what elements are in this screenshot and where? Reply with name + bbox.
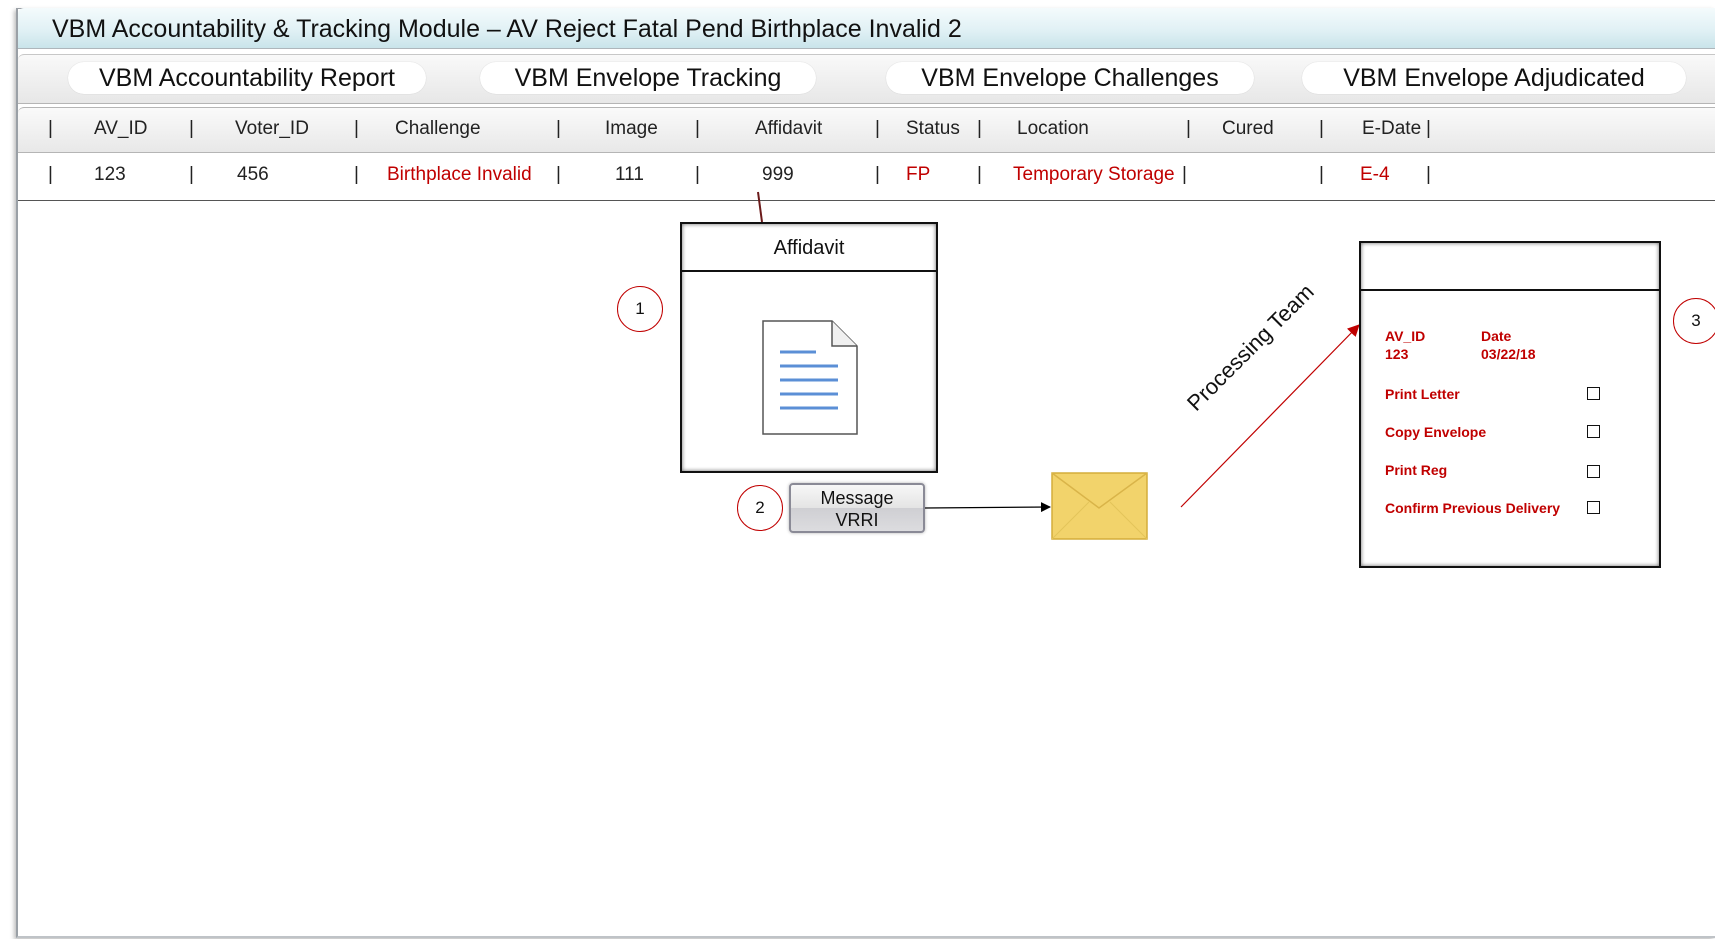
task-print-letter-checkbox[interactable]	[1587, 387, 1600, 400]
message-vrri-button[interactable]: Message VRRI	[789, 483, 925, 533]
processing-checklist-panel: AV_ID 123 Date 03/22/18 Print Letter Cop…	[1359, 241, 1661, 568]
envelope-icon[interactable]	[1051, 472, 1148, 540]
task-copy-envelope-label: Copy Envelope	[1385, 424, 1487, 440]
document-icon[interactable]	[762, 320, 860, 436]
step-2-badge: 2	[737, 485, 783, 531]
step-1-badge: 1	[617, 286, 663, 332]
affidavit-panel: Affidavit	[680, 222, 938, 473]
task-print-reg-checkbox[interactable]	[1587, 465, 1600, 478]
task-print-reg-label: Print Reg	[1385, 462, 1448, 478]
message-arrow	[924, 502, 1051, 513]
affidavit-title: Affidavit	[682, 224, 936, 272]
affidavit-link-line	[757, 191, 763, 223]
processing-team-arrow	[1180, 324, 1360, 508]
task-copy-envelope-checkbox[interactable]	[1587, 425, 1600, 438]
date-label: Date	[1481, 328, 1512, 344]
av-id-value: 123	[1385, 346, 1409, 362]
task-confirm-delivery-label: Confirm Previous Delivery	[1385, 500, 1561, 516]
task-confirm-delivery-checkbox[interactable]	[1587, 501, 1600, 514]
task-print-letter-label: Print Letter	[1385, 386, 1460, 402]
step-3-badge: 3	[1673, 298, 1715, 344]
message-button-line2: VRRI	[835, 510, 879, 530]
date-value: 03/22/18	[1481, 346, 1536, 362]
av-id-label: AV_ID	[1385, 328, 1426, 344]
message-button-line1: Message	[820, 488, 894, 508]
checklist-header	[1361, 243, 1659, 291]
